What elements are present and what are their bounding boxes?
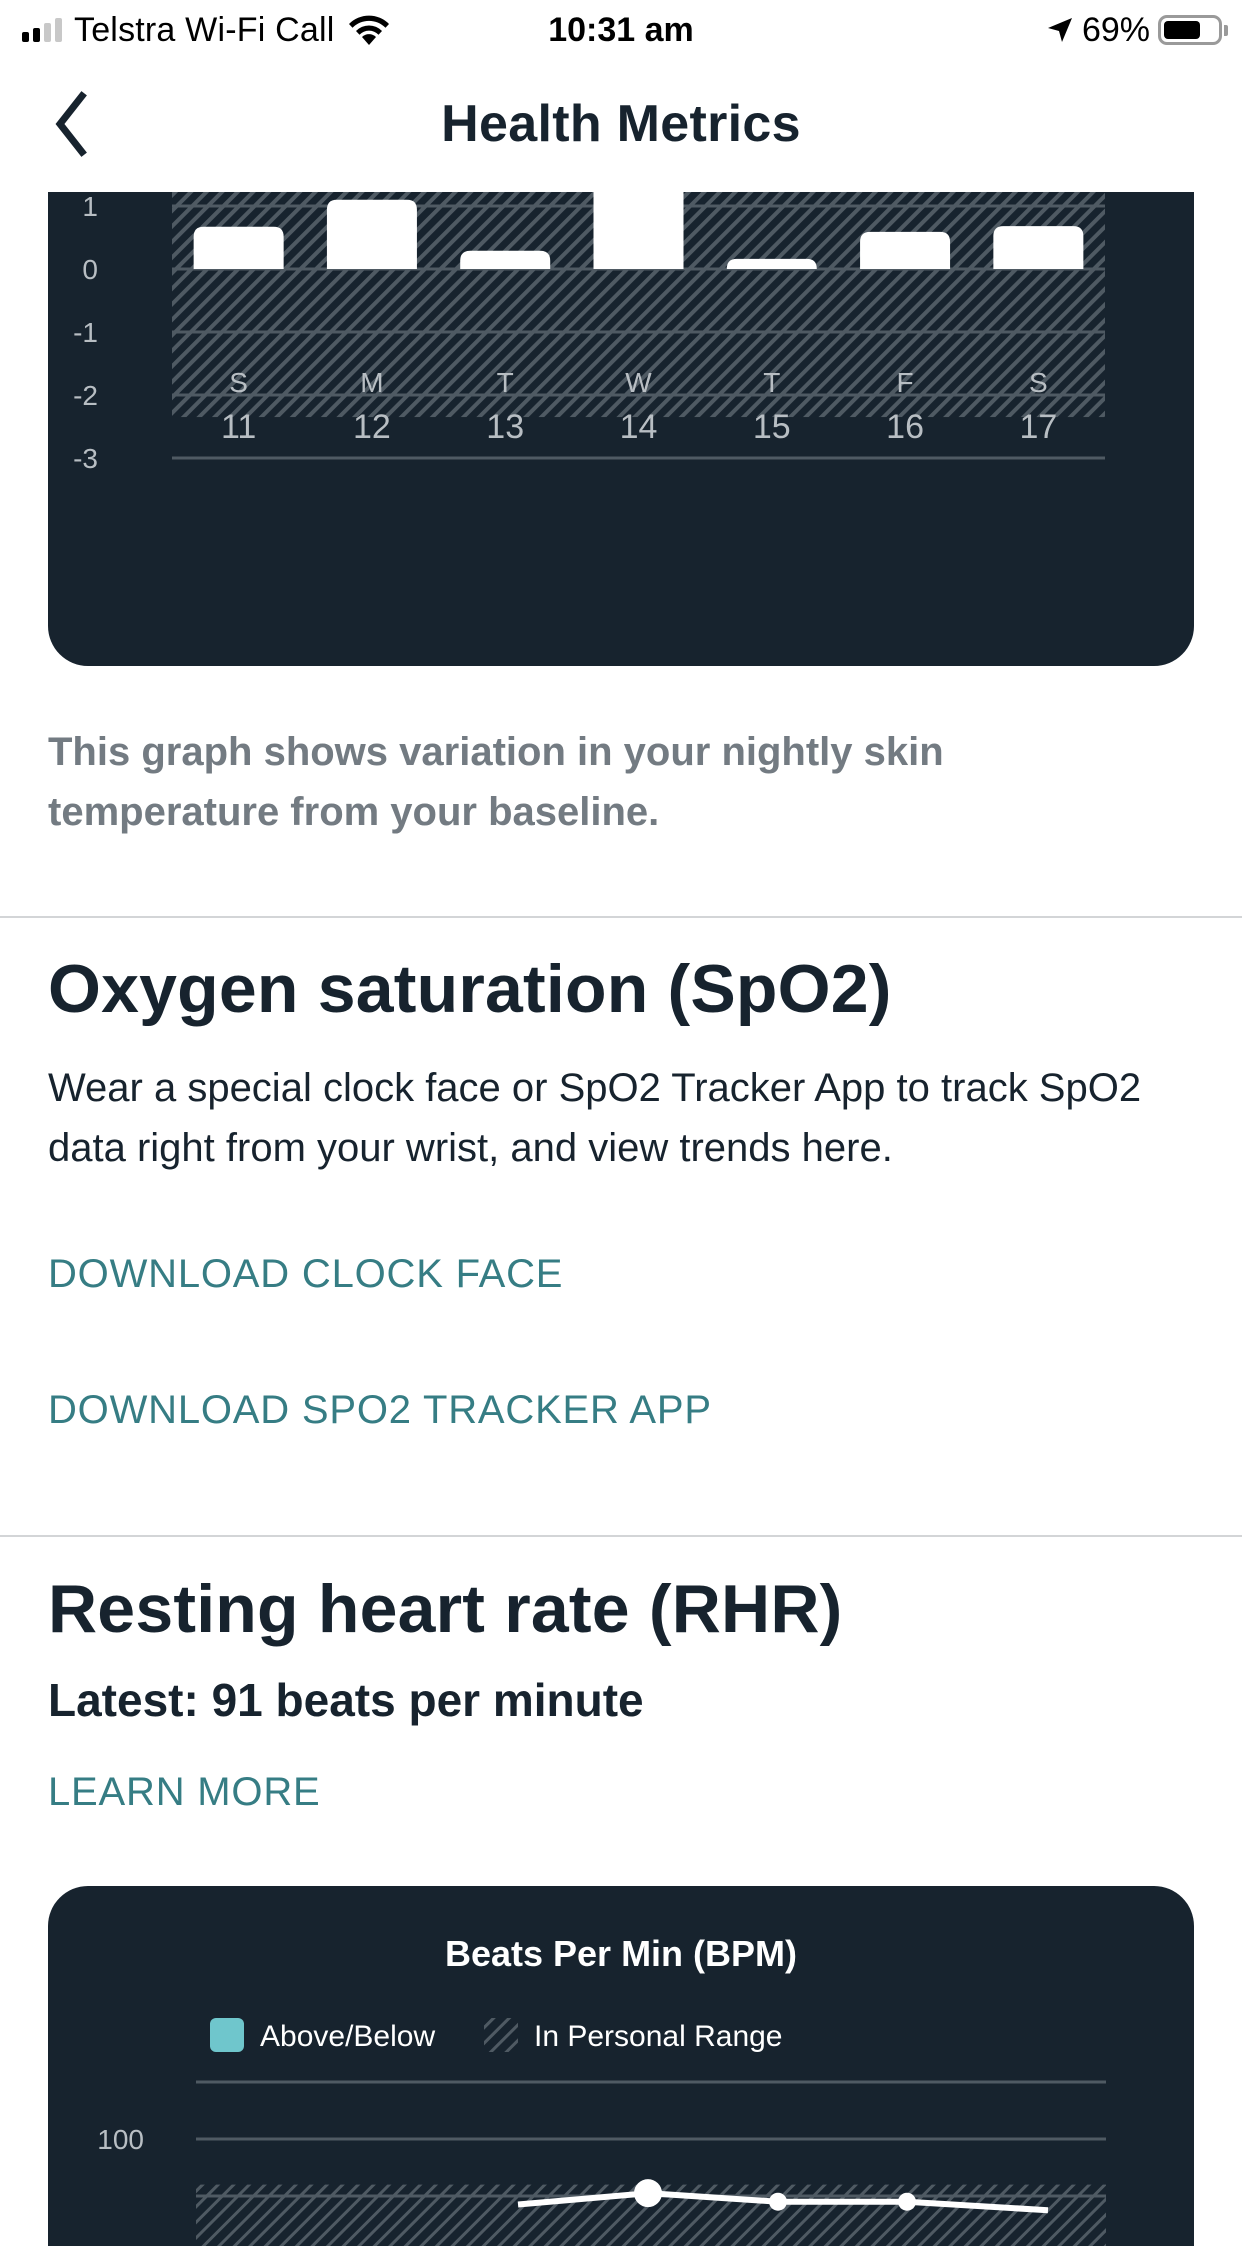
status-bar: Telstra Wi-Fi Call 10:31 am 69% bbox=[0, 0, 1242, 60]
y-tick-label: 1 bbox=[82, 192, 98, 222]
download-spo2-tracker-app-link[interactable]: DOWNLOAD SPO2 TRACKER APP bbox=[48, 1388, 712, 1433]
x-day-number: 15 bbox=[753, 408, 791, 446]
bar-M-12[interactable] bbox=[326, 199, 417, 269]
page-title: Health Metrics bbox=[441, 95, 801, 153]
bar-F-16[interactable] bbox=[860, 231, 951, 269]
battery-fill bbox=[1164, 21, 1200, 39]
rhr-latest-value: Latest: 91 beats per minute bbox=[48, 1674, 644, 1726]
download-clock-face-link[interactable]: DOWNLOAD CLOCK FACE bbox=[48, 1252, 563, 1297]
x-day-letter: M bbox=[360, 367, 383, 398]
data-point[interactable] bbox=[634, 2179, 662, 2208]
battery-percent: 69% bbox=[1081, 10, 1150, 49]
y-tick-label: -2 bbox=[73, 380, 98, 411]
heart-rate-chart: Beats Per Min (BPM) Above/Below In Perso… bbox=[97, 1933, 1106, 2246]
x-day-letter: T bbox=[763, 367, 780, 398]
y-tick-label: -1 bbox=[73, 317, 98, 348]
x-day-number: 17 bbox=[1019, 408, 1057, 446]
battery-icon bbox=[1158, 15, 1222, 45]
x-day-letter: S bbox=[1029, 367, 1048, 398]
x-day-number: 16 bbox=[886, 408, 924, 446]
skin-temperature-caption: This graph shows variation in your night… bbox=[48, 730, 944, 834]
section-divider bbox=[0, 916, 1242, 918]
y-tick-label: 100 bbox=[97, 2124, 144, 2155]
bar-T-13[interactable] bbox=[460, 250, 551, 269]
location-arrow-icon bbox=[1047, 18, 1072, 42]
bar-W-14[interactable] bbox=[593, 168, 684, 269]
learn-more-link[interactable]: LEARN MORE bbox=[48, 1770, 321, 1815]
nav-header: Health Metrics bbox=[0, 60, 1242, 192]
skin-temperature-chart-card: 1 0 -1 -2 -3 S 11 M 12 T 13 W 14 T 15 F 16 S 17 bbox=[48, 168, 1194, 666]
section-divider bbox=[0, 1535, 1242, 1537]
x-day-number: 13 bbox=[486, 408, 524, 446]
battery-tip bbox=[1224, 24, 1228, 36]
skin-temperature-chart: 1 0 -1 -2 -3 S 11 M 12 T 13 W 14 T 15 F 16 S 17 bbox=[73, 168, 1105, 474]
bar-S-11[interactable] bbox=[193, 226, 284, 269]
heart-rate-chart-card: Beats Per Min (BPM) Above/Below In Perso… bbox=[48, 1886, 1194, 2246]
x-day-letter: S bbox=[229, 367, 248, 398]
y-tick-label: 0 bbox=[82, 254, 98, 285]
legend: Above/Below In Personal Range bbox=[210, 2018, 783, 2053]
legend-label-personal-range: In Personal Range bbox=[534, 2020, 783, 2053]
spo2-description: Wear a special clock face or SpO2 Tracke… bbox=[48, 1066, 1142, 1170]
legend-swatch-personal-range bbox=[484, 2018, 518, 2052]
x-day-number: 14 bbox=[620, 408, 658, 446]
x-day-number: 12 bbox=[353, 408, 391, 446]
y-tick-label: -3 bbox=[73, 443, 98, 474]
bar-T-15[interactable] bbox=[726, 258, 817, 269]
x-day-letter: W bbox=[625, 367, 652, 398]
x-day-letter: T bbox=[497, 367, 514, 398]
bar-S-17[interactable] bbox=[993, 226, 1084, 269]
chart-title: Beats Per Min (BPM) bbox=[445, 1933, 797, 1974]
x-day-letter: F bbox=[897, 367, 914, 398]
rhr-section-title: Resting heart rate (RHR) bbox=[48, 1571, 843, 1647]
x-day-number: 11 bbox=[221, 408, 256, 446]
spo2-section-title: Oxygen saturation (SpO2) bbox=[48, 951, 892, 1027]
legend-label-above-below: Above/Below bbox=[260, 2020, 435, 2053]
legend-swatch-above-below bbox=[210, 2018, 244, 2052]
